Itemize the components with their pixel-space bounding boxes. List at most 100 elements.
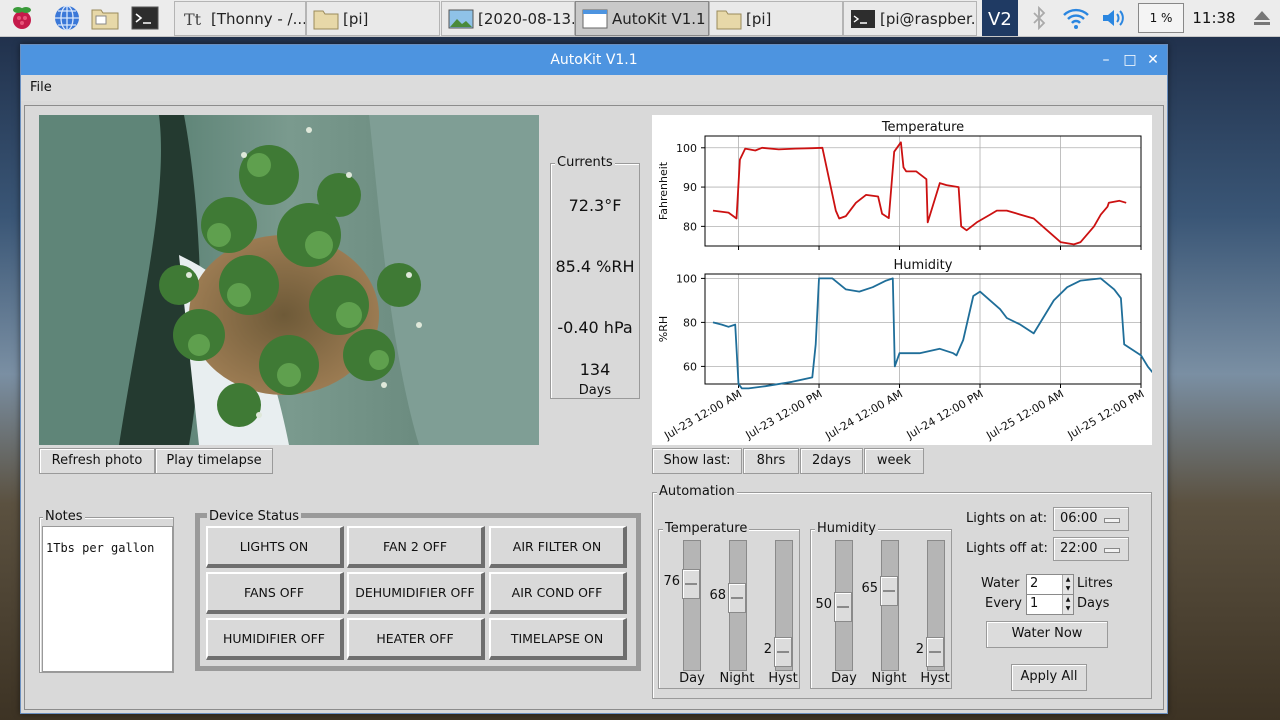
volume-icon[interactable]	[1098, 0, 1130, 36]
chart-title: Temperature	[881, 120, 964, 135]
web-browser-icon[interactable]	[52, 3, 82, 33]
wifi-icon[interactable]	[1060, 0, 1092, 36]
every-label: Every	[985, 596, 1022, 611]
cpu-usage: 1 %	[1138, 3, 1184, 33]
slider-thumb[interactable]	[926, 636, 944, 667]
autokit-window: AutoKit V1.1 – □ ✕ File Refresh photo Pl…	[20, 44, 1168, 714]
clock: 11:38	[1192, 9, 1236, 27]
task-label: [pi]	[746, 9, 772, 28]
water-now-button[interactable]: Water Now	[986, 621, 1108, 648]
menu-file[interactable]: File	[30, 80, 52, 95]
y-tick-label: 60	[683, 360, 697, 373]
raspberry-menu-icon[interactable]	[7, 3, 37, 33]
bluetooth-icon[interactable]	[1026, 0, 1052, 36]
current-pressure: -0.40 hPa	[557, 318, 633, 337]
device-dehumidifier[interactable]: DEHUMIDIFIER OFF	[347, 572, 485, 614]
device-status-label: Device Status	[207, 509, 302, 524]
hum-night-label: Night	[871, 671, 907, 686]
maximize-icon[interactable]: □	[1121, 51, 1139, 69]
dropdown-icon	[1104, 518, 1120, 523]
play-timelapse-button[interactable]: Play timelapse	[155, 448, 273, 474]
title-bar[interactable]: AutoKit V1.1 – □ ✕	[21, 45, 1167, 75]
hum-hyst-label: Hyst	[920, 671, 950, 686]
water-amount-value: 2	[1030, 576, 1039, 591]
device-lights[interactable]: LIGHTS ON	[206, 526, 344, 568]
lights-off-select[interactable]: 22:00	[1053, 537, 1129, 561]
spin-arrows-icon[interactable]: ▲ ▼	[1062, 595, 1073, 614]
chart-title: Humidity	[894, 258, 953, 273]
lights-off-label: Lights off at:	[966, 541, 1048, 556]
x-tick-label: Jul-23 12:00 PM	[743, 387, 825, 442]
device-air-filter[interactable]: AIR FILTER ON	[489, 526, 627, 568]
x-tick-label: Jul-25 12:00 AM	[983, 387, 1066, 442]
current-humidity: 85.4 %RH	[555, 257, 635, 276]
apply-all-button[interactable]: Apply All	[1011, 664, 1087, 691]
y-tick-label: 100	[676, 272, 697, 285]
water-label: Water	[981, 576, 1020, 591]
refresh-photo-button[interactable]: Refresh photo	[39, 448, 155, 474]
device-heater[interactable]: HEATER OFF	[347, 618, 485, 660]
terminal-icon[interactable]	[130, 3, 160, 33]
task-thonny[interactable]: Tt [Thonny - /...	[174, 1, 306, 36]
device-air-cond[interactable]: AIR COND OFF	[489, 572, 627, 614]
y-tick-label: 100	[676, 142, 697, 155]
temp-hyst-slider[interactable]	[774, 540, 793, 671]
slider-thumb[interactable]	[880, 576, 898, 607]
every-unit-label: Days	[1077, 596, 1110, 611]
notes-panel: Notes 1Tbs per gallon	[39, 509, 174, 673]
water-interval-spinbox[interactable]: 1 ▲ ▼	[1026, 594, 1074, 615]
slider-thumb[interactable]	[774, 636, 792, 667]
humidity-label: Humidity	[815, 521, 878, 536]
folder-icon	[313, 10, 339, 29]
device-humidifier[interactable]: HUMIDIFIER OFF	[206, 618, 344, 660]
slider-thumb[interactable]	[728, 583, 746, 614]
device-fan2[interactable]: FAN 2 OFF	[347, 526, 485, 568]
lights-on-value: 06:00	[1060, 511, 1098, 526]
hum-hyst-value: 2	[915, 641, 924, 657]
file-manager-icon[interactable]	[90, 3, 120, 33]
temp-night-slider[interactable]	[728, 540, 747, 671]
slider-thumb[interactable]	[682, 569, 700, 600]
series-line	[712, 277, 1152, 390]
hum-day-value: 50	[815, 596, 832, 612]
temp-day-slider[interactable]	[682, 540, 701, 671]
spin-arrows-icon[interactable]: ▲ ▼	[1062, 575, 1073, 594]
device-fans[interactable]: FANS OFF	[206, 572, 344, 614]
hum-day-slider[interactable]	[834, 540, 853, 671]
range-2days-button[interactable]: 2days	[800, 448, 863, 474]
range-week-button[interactable]: week	[864, 448, 924, 474]
water-amount-spinbox[interactable]: 2 ▲ ▼	[1026, 574, 1074, 595]
notes-label: Notes	[43, 509, 85, 524]
task-pi-folder-1[interactable]: [pi]	[306, 1, 440, 36]
hum-night-value: 65	[861, 581, 878, 597]
y-tick-label: 80	[683, 316, 697, 329]
minimize-icon[interactable]: –	[1097, 51, 1115, 69]
plot-frame	[704, 273, 1142, 385]
device-timelapse[interactable]: TIMELAPSE ON	[489, 618, 627, 660]
task-autokit[interactable]: AutoKit V1.1	[575, 1, 709, 36]
vnc-icon[interactable]: V2	[982, 0, 1018, 36]
y-tick-label: 80	[683, 220, 697, 233]
water-unit-label: Litres	[1077, 576, 1113, 591]
humidity-sliders: Humidity 50 Day 65 Night 2 Hyst	[810, 521, 952, 689]
x-tick-label: Jul-25 12:00 PM	[1065, 387, 1147, 442]
range-8hrs-button[interactable]: 8hrs	[743, 448, 799, 474]
hum-night-slider[interactable]	[880, 540, 899, 671]
hum-hyst-slider[interactable]	[926, 540, 945, 671]
task-label: AutoKit V1.1	[612, 9, 706, 28]
task-pi-folder-2[interactable]: [pi]	[709, 1, 843, 36]
hum-day-label: Day	[831, 671, 857, 686]
task-terminal[interactable]: [pi@raspber...	[843, 1, 977, 36]
menu-bar: File	[21, 75, 1167, 101]
notes-textarea[interactable]: 1Tbs per gallon	[42, 526, 173, 672]
slider-thumb[interactable]	[834, 591, 852, 622]
svg-text:Tt: Tt	[184, 10, 202, 29]
close-icon[interactable]: ✕	[1144, 51, 1162, 69]
lights-on-select[interactable]: 06:00	[1053, 507, 1129, 531]
temp-hyst-label: Hyst	[768, 671, 798, 686]
eject-icon[interactable]	[1248, 0, 1276, 36]
temp-night-value: 68	[709, 588, 726, 604]
temperature-sliders: Temperature 76 Day 68 Night 2 Hyst	[658, 521, 800, 689]
task-image-viewer[interactable]: [2020-08-13...	[441, 1, 575, 36]
lights-off-value: 22:00	[1060, 541, 1098, 556]
